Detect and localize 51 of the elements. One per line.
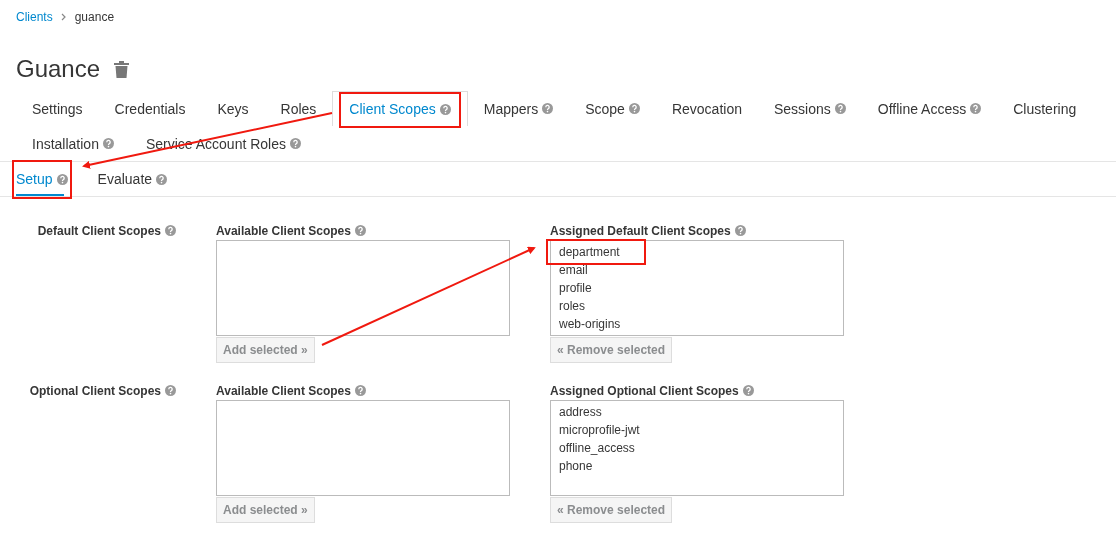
help-icon[interactable]	[734, 225, 746, 236]
help-icon[interactable]	[354, 225, 366, 236]
page-title: Guance	[16, 55, 101, 83]
list-option[interactable]: microprofile-jwt	[551, 421, 843, 439]
list-option[interactable]: offline_access	[551, 439, 843, 457]
list-option[interactable]: phone	[551, 457, 843, 475]
list-option[interactable]: department	[546, 239, 646, 265]
scope-list[interactable]: address microprofile-jwt offline_access phone	[550, 400, 844, 496]
breadcrumb-link[interactable]: Clients	[16, 10, 53, 24]
list-title: Assigned Default Client Scopes	[550, 224, 731, 240]
tab[interactable]: Credentials	[98, 91, 202, 126]
help-icon[interactable]	[290, 138, 301, 149]
field-label: Optional Client Scopes	[29, 384, 161, 398]
tab[interactable]: Settings	[16, 91, 99, 126]
tab[interactable]: Roles	[264, 91, 333, 126]
tab[interactable]: Mappers	[467, 91, 570, 126]
tab[interactable]: Clustering	[997, 91, 1093, 126]
tab[interactable]: Offline Access	[861, 91, 998, 126]
help-icon[interactable]	[742, 385, 754, 396]
tab[interactable]: Installation	[16, 126, 130, 161]
help-icon[interactable]	[354, 385, 366, 396]
help-icon[interactable]	[165, 225, 176, 236]
help-icon[interactable]	[165, 385, 176, 396]
field-label: Default Client Scopes	[37, 224, 161, 238]
help-icon[interactable]	[834, 103, 846, 114]
tab[interactable]: Revocation	[655, 91, 758, 126]
subtab[interactable]: Setup	[16, 162, 68, 196]
help-icon[interactable]	[56, 173, 68, 185]
tab[interactable]: Scope	[569, 91, 656, 126]
scope-list[interactable]	[216, 400, 510, 496]
chevron-icon	[60, 13, 67, 21]
list-title: Assigned Optional Client Scopes	[550, 384, 739, 400]
list-title: Available Client Scopes	[216, 224, 351, 240]
help-icon[interactable]	[542, 103, 554, 114]
list-option[interactable]: profile	[551, 279, 843, 297]
breadcrumb-current: guance	[74, 10, 115, 24]
scope-list[interactable]	[216, 240, 510, 336]
tab[interactable]: Client Scopes	[332, 91, 468, 126]
help-icon[interactable]	[628, 103, 640, 114]
tab[interactable]: Keys	[201, 91, 265, 126]
list-option[interactable]: roles	[551, 297, 843, 315]
list-option[interactable]: web-origins	[551, 315, 843, 333]
list-option[interactable]: address	[551, 403, 843, 421]
list-title: Available Client Scopes	[216, 384, 351, 400]
tab[interactable]: Sessions	[757, 91, 862, 126]
help-icon[interactable]	[439, 103, 451, 115]
trash-icon[interactable]	[114, 60, 130, 78]
help-icon[interactable]	[970, 103, 982, 114]
help-icon[interactable]	[156, 173, 168, 185]
subtab[interactable]: Evaluate	[97, 162, 168, 196]
help-icon[interactable]	[102, 138, 114, 149]
